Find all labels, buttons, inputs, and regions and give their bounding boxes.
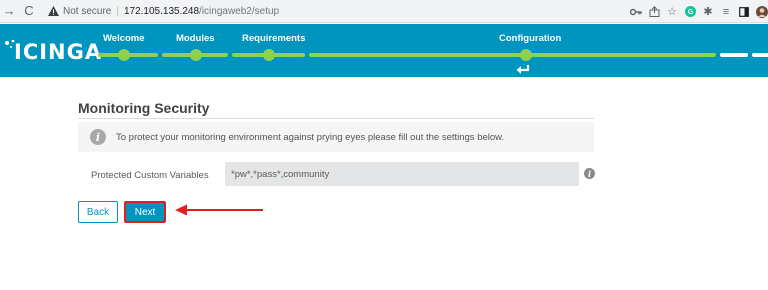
protected-vars-input[interactable] xyxy=(225,162,579,186)
icinga-logo: ICINGA xyxy=(4,37,101,65)
key-icon[interactable] xyxy=(630,6,642,18)
reading-list-icon[interactable]: ≡ xyxy=(720,6,732,18)
omnibox-divider: | xyxy=(116,5,119,17)
info-icon: i xyxy=(90,129,106,145)
next-button[interactable]: Next xyxy=(124,201,166,223)
step-modules: Modules xyxy=(176,33,215,44)
progress-segment-finish-2 xyxy=(752,53,768,57)
title-divider xyxy=(78,118,594,119)
browser-actions: ☆ G ✱ ≡ xyxy=(630,3,768,20)
security-label: Not secure xyxy=(63,5,112,17)
reload-icon[interactable]: C xyxy=(22,4,36,18)
svg-text:G: G xyxy=(687,9,693,16)
step-configuration: Configuration xyxy=(499,33,562,44)
back-button[interactable]: Back xyxy=(78,201,118,223)
url-host: 172.105.135.248 xyxy=(123,5,200,17)
step-dot-welcome xyxy=(118,49,130,61)
protected-vars-label: Protected Custom Variables xyxy=(91,170,209,181)
star-icon[interactable]: ☆ xyxy=(666,6,678,18)
browser-toolbar: → C Not secure | 172.105.135.248 /icinga… xyxy=(0,0,768,23)
info-text: To protect your monitoring environment a… xyxy=(116,131,505,143)
sidepanel-icon[interactable] xyxy=(738,6,750,18)
forward-icon[interactable]: → xyxy=(2,4,16,18)
page-title: Monitoring Security xyxy=(78,100,210,116)
step-dot-configuration xyxy=(520,49,532,61)
grammarly-icon[interactable]: G xyxy=(684,6,696,18)
return-arrow-icon xyxy=(516,65,530,74)
warning-icon xyxy=(47,5,59,17)
extensions-icon[interactable]: ✱ xyxy=(702,6,714,18)
step-dot-modules xyxy=(190,49,202,61)
info-message: i To protect your monitoring environment… xyxy=(78,122,594,152)
address-bar[interactable]: Not secure | 172.105.135.248 /icingaweb2… xyxy=(47,2,567,20)
profile-avatar[interactable] xyxy=(756,5,768,18)
annotation-arrow-icon xyxy=(175,204,263,216)
step-requirements: Requirements xyxy=(242,33,306,44)
progress-segment-finish xyxy=(720,53,748,57)
step-dot-requirements xyxy=(263,49,275,61)
share-icon[interactable] xyxy=(648,6,660,18)
progress-segment-configuration xyxy=(309,53,716,57)
url-path: /icingaweb2/setup xyxy=(199,5,280,17)
step-welcome: Welcome xyxy=(103,33,145,44)
setup-header: ICINGA Welcome Modules Requirements Conf… xyxy=(0,24,768,77)
help-info-icon[interactable]: i xyxy=(584,168,595,179)
